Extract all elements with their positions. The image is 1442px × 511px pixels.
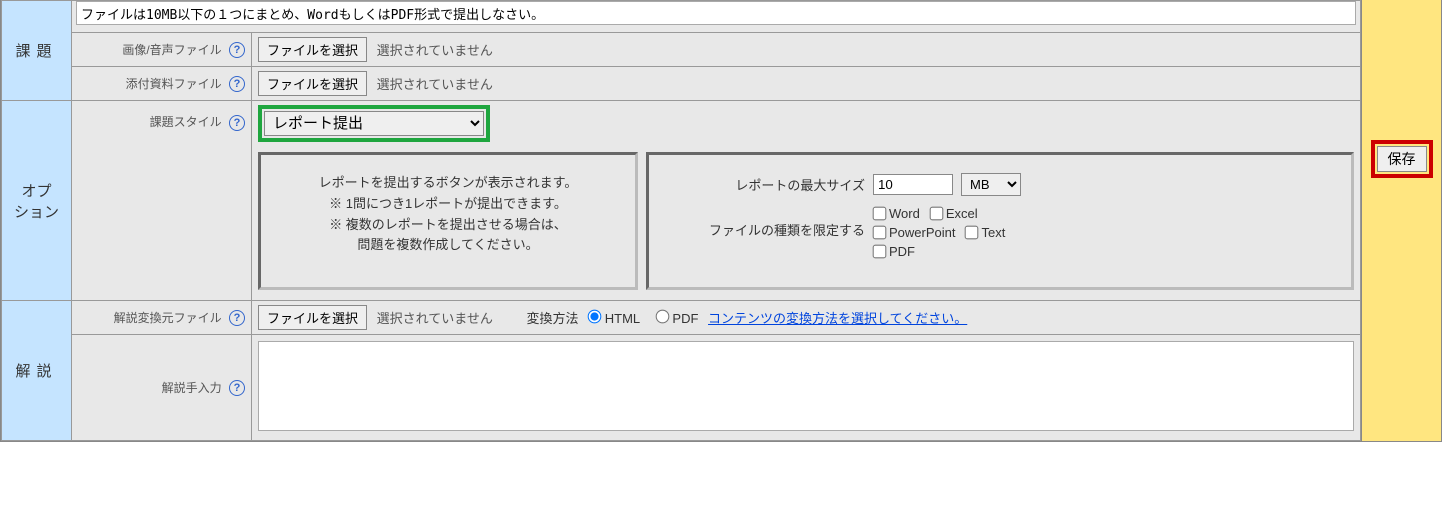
save-button-highlight: 保存	[1371, 140, 1433, 178]
style-select-highlight: レポート提出	[258, 105, 490, 142]
style-select[interactable]: レポート提出	[264, 111, 484, 136]
section-explain-label: 解説	[2, 301, 72, 441]
limit-type-label: ファイルの種類を限定する	[665, 206, 865, 239]
attachment-label: 添付資料ファイル	[126, 77, 222, 91]
help-icon[interactable]: ?	[229, 42, 245, 58]
type-powerpoint-checkbox[interactable]: PowerPoint	[873, 225, 955, 240]
help-icon[interactable]: ?	[229, 310, 245, 326]
type-word-checkbox[interactable]: Word	[873, 206, 920, 221]
convert-method-label: 変換方法	[527, 311, 579, 326]
attachment-file-status: 選択されていません	[377, 77, 493, 92]
explain-source-file-label: 解説変換元ファイル	[114, 311, 222, 325]
style-description-panel: レポートを提出するボタンが表示されます。 ※ 1問につき1レポートが提出できます…	[258, 152, 638, 290]
type-text-checkbox[interactable]: Text	[965, 225, 1005, 240]
report-settings-panel: レポートの最大サイズ MB ファイルの種類を限定する Word	[646, 152, 1354, 290]
type-pdf-checkbox[interactable]: PDF	[873, 244, 915, 259]
max-size-input[interactable]	[873, 174, 953, 195]
help-icon[interactable]: ?	[229, 76, 245, 92]
image-audio-file-button[interactable]: ファイルを選択	[258, 37, 367, 62]
section-kadai-label: 課題	[2, 1, 72, 101]
image-audio-file-status: 選択されていません	[377, 43, 493, 58]
kadai-textarea[interactable]: ファイルは10MB以下の１つにまとめ、WordもしくはPDF形式で提出しなさい。	[76, 1, 1356, 25]
style-label: 課題スタイル	[150, 115, 222, 129]
save-sidebar: 保存	[1361, 0, 1441, 441]
convert-method-html-radio[interactable]: HTML	[588, 310, 640, 326]
save-button[interactable]: 保存	[1377, 146, 1427, 172]
section-option-label: オプ ション	[2, 101, 72, 301]
attachment-file-button[interactable]: ファイルを選択	[258, 71, 367, 96]
help-icon[interactable]: ?	[229, 115, 245, 131]
type-excel-checkbox[interactable]: Excel	[930, 206, 978, 221]
image-audio-label: 画像/音声ファイル	[122, 43, 221, 57]
explain-file-status: 選択されていません	[377, 311, 493, 326]
explain-manual-textarea[interactable]	[258, 341, 1354, 431]
convert-method-pdf-radio[interactable]: PDF	[656, 310, 699, 326]
explain-manual-label: 解説手入力	[162, 381, 222, 395]
max-size-label: レポートの最大サイズ	[665, 175, 865, 194]
help-icon[interactable]: ?	[229, 380, 245, 396]
convert-method-link[interactable]: コンテンツの変換方法を選択してください。	[708, 311, 967, 326]
max-size-unit-select[interactable]: MB	[961, 173, 1021, 196]
explain-file-button[interactable]: ファイルを選択	[258, 305, 367, 330]
